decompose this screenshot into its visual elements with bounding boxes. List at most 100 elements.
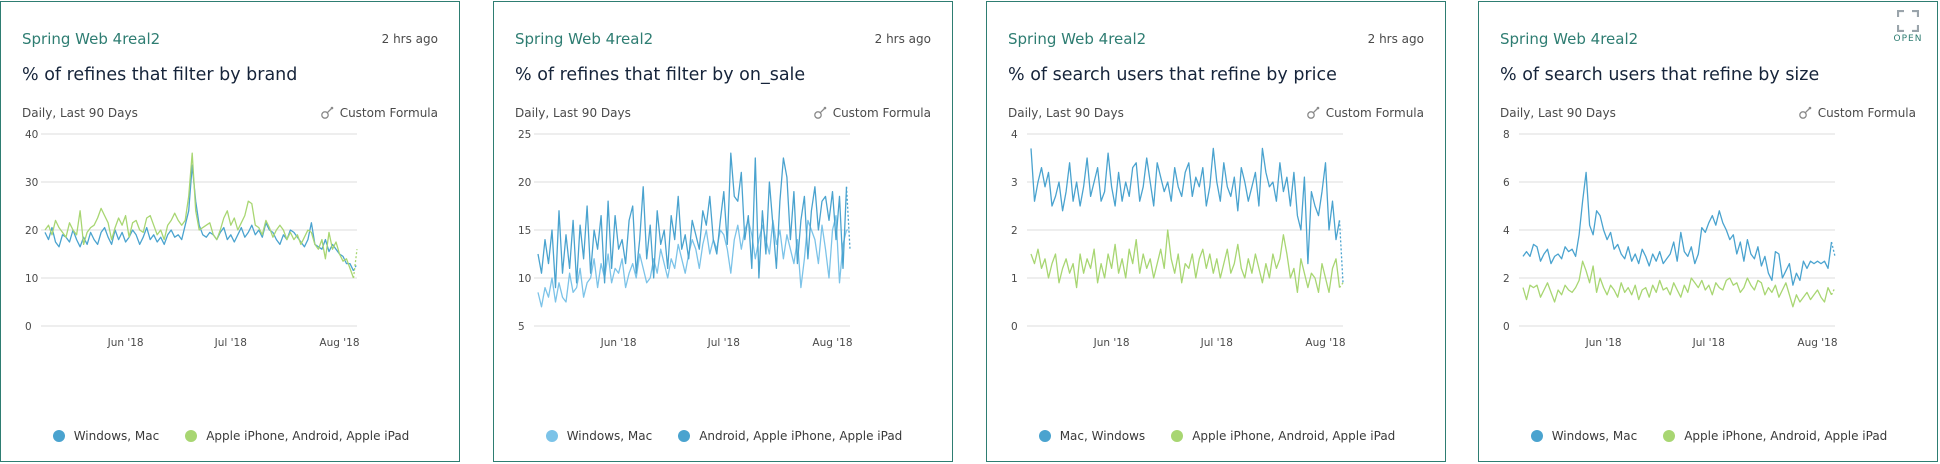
card-title[interactable]: % of search users that refine by size bbox=[1500, 65, 1819, 85]
x-tick-label: Jul '18 bbox=[707, 337, 740, 349]
y-tick-label: 1 bbox=[1011, 273, 1018, 285]
legend: Windows, Mac Apple iPhone, Android, Apple… bbox=[1479, 429, 1939, 443]
formula-icon bbox=[1306, 106, 1320, 120]
line-chart: 0 1 2 3 4 Jun '18 Jul '18 Aug '18 bbox=[1011, 129, 1346, 349]
chart-card[interactable]: Spring Web 4real2 OPEN % of search users… bbox=[1478, 1, 1938, 462]
chart-card[interactable]: Spring Web 4real2 2 hrs ago % of search … bbox=[986, 1, 1446, 462]
y-tick-label: 5 bbox=[518, 321, 525, 333]
card-source[interactable]: Spring Web 4real2 bbox=[1500, 30, 1638, 48]
x-tick-label: Jun '18 bbox=[600, 337, 637, 349]
legend-dot bbox=[1530, 430, 1543, 442]
line-chart: 5 10 15 20 25 Jun '18 Jul '18 Aug '18 bbox=[518, 129, 853, 349]
card-range: Daily, Last 90 Days bbox=[22, 106, 138, 120]
legend-label: Apple iPhone, Android, Apple iPad bbox=[206, 429, 410, 443]
card-age: 2 hrs ago bbox=[1367, 32, 1424, 46]
x-tick-label: Jul '18 bbox=[214, 337, 247, 349]
legend-dot bbox=[678, 430, 691, 442]
y-tick-label: 8 bbox=[1503, 129, 1510, 141]
legend-item[interactable]: Apple iPhone, Android, Apple iPad bbox=[185, 429, 409, 443]
open-button[interactable]: OPEN bbox=[1891, 10, 1925, 44]
formula-label: Custom Formula bbox=[1325, 106, 1424, 120]
formula-label: Custom Formula bbox=[339, 106, 438, 120]
legend-label: Windows, Mac bbox=[566, 429, 653, 443]
y-tick-label: 15 bbox=[518, 225, 531, 237]
legend-dot bbox=[545, 430, 558, 442]
card-title[interactable]: % of search users that refine by price bbox=[1008, 65, 1337, 85]
y-tick-label: 10 bbox=[25, 273, 38, 285]
x-tick-label: Jul '18 bbox=[1692, 337, 1725, 349]
y-tick-label: 3 bbox=[1011, 177, 1018, 189]
legend-label: Apple iPhone, Android, Apple iPad bbox=[1192, 429, 1396, 443]
open-label: OPEN bbox=[1893, 34, 1923, 44]
series-line[interactable] bbox=[1030, 229, 1341, 294]
legend: Windows, Mac Apple iPhone, Android, Apple… bbox=[1, 429, 461, 443]
y-tick-label: 2 bbox=[1011, 225, 1018, 237]
legend-item[interactable]: Windows, Mac bbox=[1530, 429, 1638, 443]
formula-label: Custom Formula bbox=[1817, 106, 1916, 120]
series-line-partial bbox=[1830, 287, 1836, 296]
series-line[interactable] bbox=[44, 152, 355, 279]
legend-item[interactable]: Mac, Windows bbox=[1038, 429, 1146, 443]
y-tick-label: 4 bbox=[1503, 225, 1510, 237]
card-range: Daily, Last 90 Days bbox=[515, 106, 631, 120]
series-line-partial bbox=[1830, 241, 1836, 257]
legend-dot bbox=[185, 430, 198, 442]
y-tick-label: 20 bbox=[518, 177, 531, 189]
legend-label: Windows, Mac bbox=[1551, 429, 1638, 443]
x-tick-label: Jun '18 bbox=[1585, 337, 1622, 349]
line-chart: 0 2 4 6 8 Jun '18 Jul '18 Aug '18 bbox=[1503, 129, 1838, 349]
legend-item[interactable]: Android, Apple iPhone, Apple iPad bbox=[678, 429, 902, 443]
x-tick-label: Aug '18 bbox=[812, 337, 852, 349]
card-source[interactable]: Spring Web 4real2 bbox=[515, 30, 653, 48]
legend-dot bbox=[1663, 430, 1676, 442]
series-line[interactable] bbox=[1522, 171, 1833, 286]
series-line[interactable] bbox=[44, 164, 355, 272]
y-tick-label: 0 bbox=[1011, 321, 1018, 333]
legend-label: Windows, Mac bbox=[73, 429, 160, 443]
custom-formula: Custom Formula bbox=[1798, 106, 1916, 120]
card-age: 2 hrs ago bbox=[874, 32, 931, 46]
series-line[interactable] bbox=[1030, 147, 1341, 265]
y-tick-label: 0 bbox=[1503, 321, 1510, 333]
legend-label: Apple iPhone, Android, Apple iPad bbox=[1684, 429, 1888, 443]
card-age: 2 hrs ago bbox=[381, 32, 438, 46]
y-tick-label: 30 bbox=[25, 177, 38, 189]
card-source[interactable]: Spring Web 4real2 bbox=[22, 30, 160, 48]
series-line-partial bbox=[352, 249, 358, 279]
legend-dot bbox=[1171, 430, 1184, 442]
legend: Windows, Mac Android, Apple iPhone, Apple… bbox=[494, 429, 954, 443]
expand-icon bbox=[1897, 10, 1919, 32]
chart-card[interactable]: Spring Web 4real2 2 hrs ago % of refines… bbox=[493, 1, 953, 462]
legend-dot bbox=[1038, 430, 1051, 442]
x-tick-label: Jun '18 bbox=[107, 337, 144, 349]
custom-formula: Custom Formula bbox=[320, 106, 438, 120]
series-line-partial bbox=[1338, 282, 1344, 288]
y-tick-label: 25 bbox=[518, 129, 531, 141]
card-range: Daily, Last 90 Days bbox=[1500, 106, 1616, 120]
card-title[interactable]: % of refines that filter by brand bbox=[22, 65, 297, 85]
x-tick-label: Aug '18 bbox=[319, 337, 359, 349]
custom-formula: Custom Formula bbox=[1306, 106, 1424, 120]
legend-item[interactable]: Apple iPhone, Android, Apple iPad bbox=[1663, 429, 1887, 443]
series-line-partial bbox=[845, 186, 851, 250]
x-tick-label: Jul '18 bbox=[1200, 337, 1233, 349]
y-tick-label: 20 bbox=[25, 225, 38, 237]
series-line[interactable] bbox=[537, 152, 848, 289]
legend-item[interactable]: Windows, Mac bbox=[545, 429, 653, 443]
card-title[interactable]: % of refines that filter by on_sale bbox=[515, 65, 805, 85]
legend-item[interactable]: Windows, Mac bbox=[52, 429, 160, 443]
formula-icon bbox=[320, 106, 334, 120]
legend-label: Mac, Windows bbox=[1059, 429, 1146, 443]
formula-label: Custom Formula bbox=[832, 106, 931, 120]
legend: Mac, Windows Apple iPhone, Android, Apple… bbox=[987, 429, 1447, 443]
y-tick-label: 4 bbox=[1011, 129, 1018, 141]
card-range: Daily, Last 90 Days bbox=[1008, 106, 1124, 120]
y-tick-label: 40 bbox=[25, 129, 38, 141]
custom-formula: Custom Formula bbox=[813, 106, 931, 120]
legend-item[interactable]: Apple iPhone, Android, Apple iPad bbox=[1171, 429, 1395, 443]
y-tick-label: 2 bbox=[1503, 273, 1510, 285]
card-source[interactable]: Spring Web 4real2 bbox=[1008, 30, 1146, 48]
series-line[interactable] bbox=[1522, 260, 1833, 308]
x-tick-label: Aug '18 bbox=[1797, 337, 1837, 349]
chart-card[interactable]: Spring Web 4real2 2 hrs ago % of refines… bbox=[0, 1, 460, 462]
